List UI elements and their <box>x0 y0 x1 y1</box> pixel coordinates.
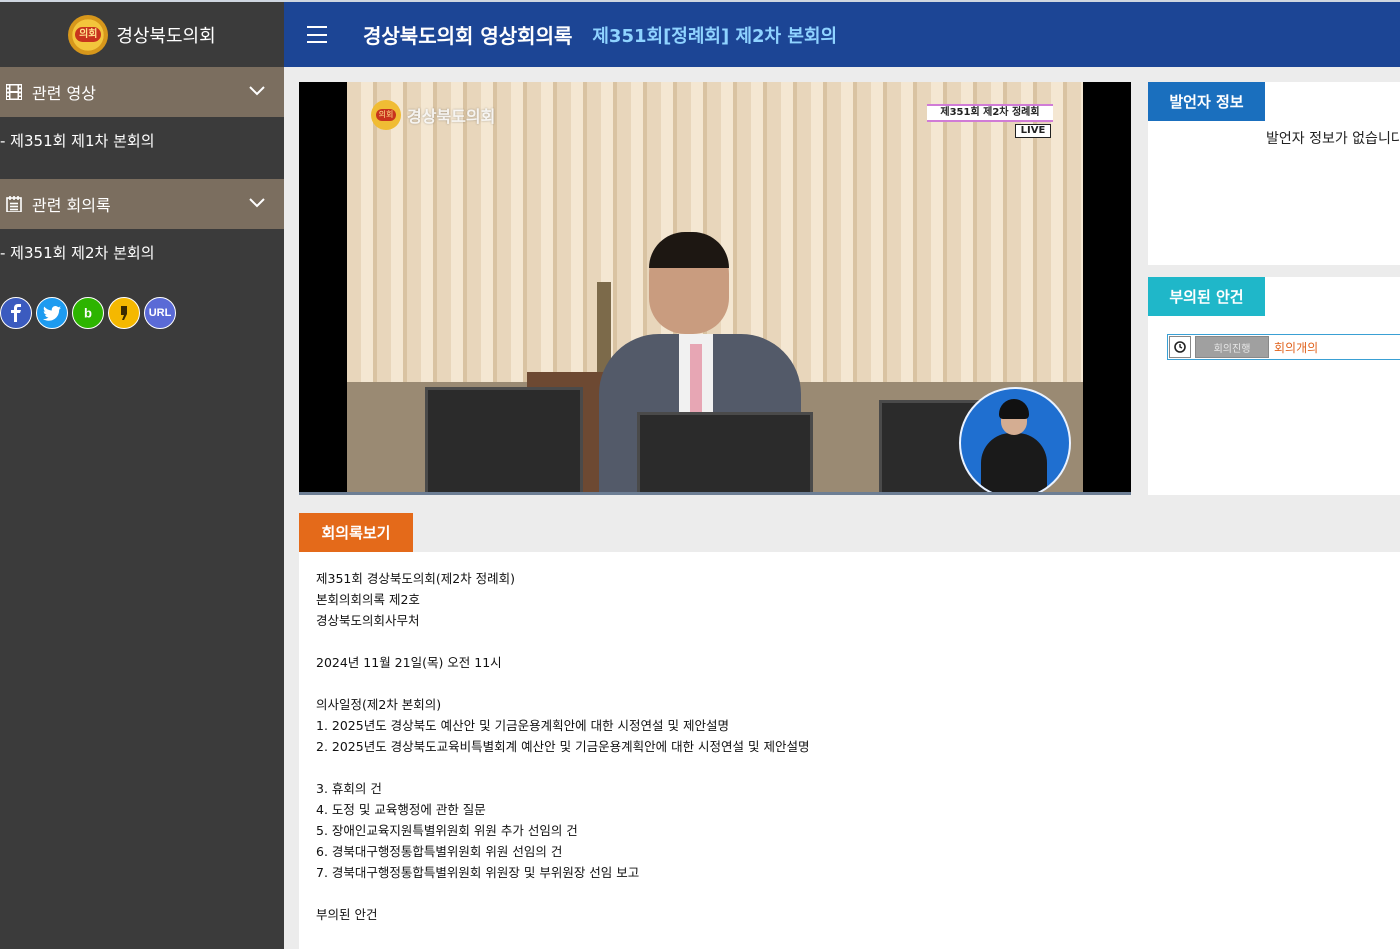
notepad-icon <box>4 194 24 214</box>
minutes-line: 1. 2025년도 경상북도 예산안 및 기금운용계획안에 대한 시정연설 및 … <box>316 718 729 733</box>
speaker-empty-message: 발언자 정보가 없습니다 <box>1266 131 1400 147</box>
kakaostory-share-icon[interactable] <box>108 297 140 329</box>
minutes-line: 7. 경북대구행정통합특별위원회 위원장 및 부위원장 선임 보고 <box>316 865 640 880</box>
minutes-line <box>316 883 810 904</box>
logo-text: 경상북도의회 <box>116 25 216 47</box>
council-logo[interactable]: 의회 경상북도의회 <box>0 2 284 67</box>
chevron-down-icon[interactable] <box>248 82 266 100</box>
minutes-view-tab[interactable]: 회의록보기 <box>299 513 413 552</box>
meeting-subtitle: 제351회[정례회] 제2차 본회의 <box>592 25 838 47</box>
minutes-line: 5. 장애인교육지원특별위원회 위원 추가 선임의 건 <box>316 823 578 838</box>
logo-badge-text: 의회 <box>75 27 102 42</box>
blog-share-icon[interactable]: b <box>72 297 104 329</box>
facebook-share-icon[interactable] <box>0 297 32 329</box>
film-icon <box>4 82 24 102</box>
minutes-line <box>316 673 810 694</box>
page-title: 경상북도의회 영상회의록 <box>363 24 573 48</box>
agenda-item[interactable]: 회의진행 회의개의 <box>1167 334 1400 360</box>
minutes-line: 의사일정(제2차 본회의) <box>316 697 442 712</box>
video-logo-text: 경상북도의회 <box>407 107 496 126</box>
minutes-line: 3. 휴회의 건 <box>316 781 382 796</box>
related-video-item[interactable]: - 제351회 제1차 본회의 <box>0 117 284 163</box>
minutes-line: 경상북도의회사무처 <box>316 613 420 628</box>
minutes-line <box>316 631 810 652</box>
minutes-line: 6. 경북대구행정통합특별위원회 위원 선임의 건 <box>316 844 563 859</box>
agenda-tab[interactable]: 부의된 안건 <box>1148 277 1265 316</box>
twitter-share-icon[interactable] <box>36 297 68 329</box>
video-logo-overlay: 의회 경상북도의회 <box>371 100 495 130</box>
sidebar: 의회 경상북도의회 관련 영상 - 제351회 제1차 본회의 관련 회의록 -… <box>0 2 284 949</box>
minutes-line: 부의된 안건 <box>316 907 378 922</box>
video-progress-bar[interactable] <box>299 492 1131 495</box>
minutes-panel: 회의록보기 제351회 경상북도의회(제2차 정례회) 본회의회의록 제2호경상북… <box>299 513 1400 949</box>
svg-text:b: b <box>84 306 92 321</box>
menu-icon[interactable] <box>307 26 327 43</box>
council-emblem-icon: 의회 <box>68 14 109 55</box>
related-videos-title: 관련 영상 <box>32 84 96 103</box>
video-session-tag: 제351회 제2차 정례회 LIVE <box>927 104 1053 138</box>
related-minutes-title: 관련 회의록 <box>32 196 111 215</box>
chevron-down-icon[interactable] <box>248 194 266 212</box>
video-player[interactable]: 의회 경상북도의회 제351회 제2차 정례회 LIVE <box>299 82 1131 495</box>
minutes-line <box>316 757 810 778</box>
video-frame: 의회 경상북도의회 제351회 제2차 정례회 LIVE <box>347 82 1083 495</box>
minutes-line: 본회의회의록 제2호 <box>316 592 420 607</box>
agenda-item-title[interactable]: 회의개의 <box>1274 339 1318 356</box>
header: 경상북도의회 영상회의록 제351회[정례회] 제2차 본회의 <box>284 2 1400 67</box>
url-copy-button[interactable]: URL <box>144 297 176 329</box>
clock-icon[interactable] <box>1169 336 1191 358</box>
minutes-line: 제351회 경상북도의회(제2차 정례회) <box>316 571 516 586</box>
live-badge: LIVE <box>1015 124 1051 138</box>
sign-language-interpreter <box>959 387 1071 495</box>
video-session-label: 제351회 제2차 정례회 <box>927 104 1053 122</box>
video-logo-badge: 의회 <box>376 109 396 121</box>
related-minutes-header[interactable]: 관련 회의록 <box>0 179 284 229</box>
speaker-info-tab[interactable]: 발언자 정보 <box>1148 82 1265 121</box>
agenda-status-badge: 회의진행 <box>1195 336 1269 358</box>
minutes-text: 제351회 경상북도의회(제2차 정례회) 본회의회의록 제2호경상북도의회사무처… <box>316 568 810 925</box>
share-buttons: b URL <box>0 297 284 329</box>
minutes-line: 2. 2025년도 경상북도교육비특별회계 예산안 및 기금운용계획안에 대한 … <box>316 739 810 754</box>
agenda-panel: 부의된 안건 회의진행 회의개의 <box>1148 277 1400 495</box>
minutes-tabbar <box>299 513 1400 552</box>
minutes-line: 2024년 11월 21일(목) 오전 11시 <box>316 655 502 670</box>
minutes-line: 4. 도정 및 교육행정에 관한 질문 <box>316 802 486 817</box>
related-videos-header[interactable]: 관련 영상 <box>0 67 284 117</box>
speaker-info-panel: 발언자 정보 발언자 정보가 없습니다 <box>1148 82 1400 265</box>
related-minutes-item[interactable]: - 제351회 제2차 본회의 <box>0 229 284 275</box>
